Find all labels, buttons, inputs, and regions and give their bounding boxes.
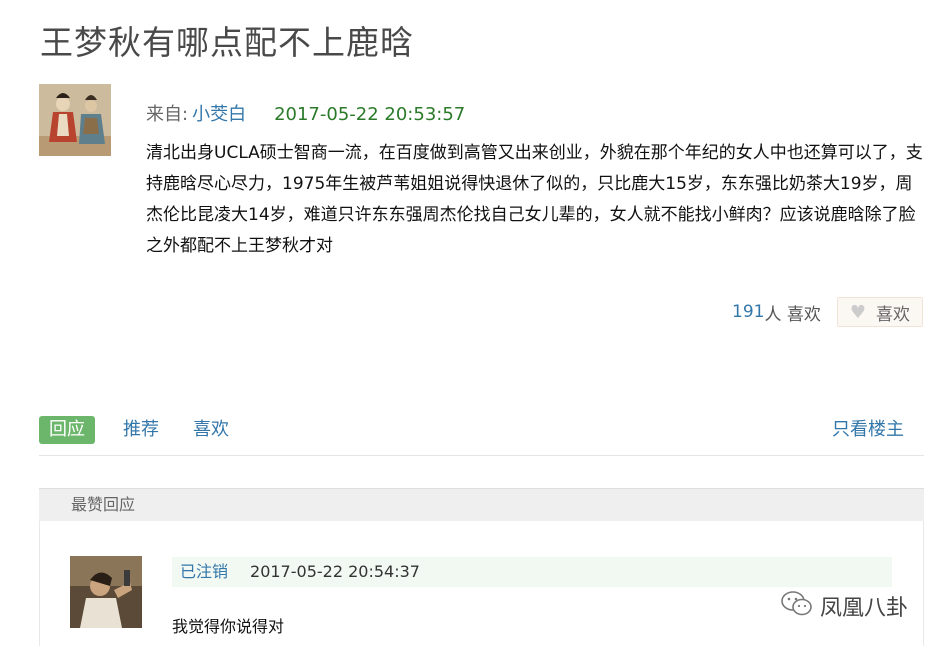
reply-avatar[interactable] (70, 556, 142, 628)
watermark: 凤凰八卦 (780, 590, 908, 622)
only-op-link[interactable]: 只看楼主 (832, 416, 904, 444)
post-page: 王梦秋有哪点配不上鹿晗 来自: 小茭白 2017-05-22 20:53:57 清北… (0, 0, 947, 646)
like-button[interactable]: ♥ 喜欢 (836, 297, 923, 327)
reply-meta: 已注销 2017-05-22 20:54:37 (172, 557, 892, 587)
tab-reply[interactable]: 回应 (39, 416, 95, 444)
reply-timestamp: 2017-05-22 20:54:37 (250, 562, 420, 581)
post-timestamp: 2017-05-22 20:53:57 (274, 104, 466, 125)
heart-icon: ♥ (849, 301, 866, 323)
reply-author-link[interactable]: 已注销 (180, 562, 228, 581)
wechat-icon (780, 590, 814, 622)
author-link[interactable]: 小茭白 (192, 104, 246, 125)
likes-count[interactable]: 191 (732, 302, 764, 322)
post-content: 清北出身UCLA硕士智商一流，在百度做到高管又出来创业，外貌在那个年纪的女人中也… (146, 143, 923, 256)
tab-like[interactable]: 喜欢 (193, 416, 229, 444)
post-title: 王梦秋有哪点配不上鹿晗 (40, 23, 414, 62)
reply-tabs: 回应 推荐 喜欢 只看楼主 (39, 416, 924, 456)
from-label: 来自: (146, 104, 189, 125)
best-replies-header: 最赞回应 (39, 488, 924, 521)
reply-text: 我觉得你说得对 (172, 617, 285, 636)
author-avatar[interactable] (39, 84, 111, 156)
likes-bar: 191 人 喜欢 ♥ 喜欢 (732, 296, 923, 328)
likes-suffix: 人 喜欢 (764, 304, 821, 325)
like-button-label: 喜欢 (876, 304, 910, 325)
post-meta: 来自: 小茭白 2017-05-22 20:53:57 (146, 100, 465, 126)
watermark-text: 凤凰八卦 (820, 596, 909, 621)
tab-recommend[interactable]: 推荐 (123, 416, 159, 444)
